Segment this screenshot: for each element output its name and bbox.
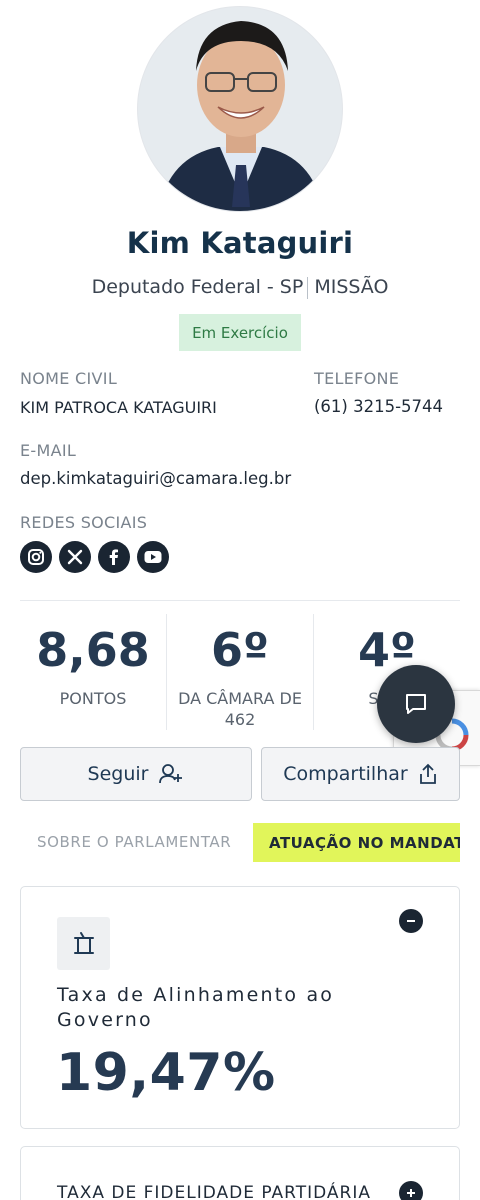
civil-name-label: NOME CIVIL: [20, 369, 118, 388]
stat-value: 4º: [358, 623, 416, 677]
follow-button[interactable]: Seguir: [20, 747, 252, 801]
share-icon: [419, 763, 436, 784]
profile-subtitle: Deputado Federal - SP MISSÃO: [0, 276, 480, 299]
email-label: E-MAIL: [20, 441, 77, 460]
section-divider: [20, 600, 460, 601]
facebook-icon[interactable]: [98, 541, 130, 573]
profile-party: MISSÃO: [314, 276, 389, 298]
tab-performance[interactable]: ATUAÇÃO NO MANDATO: [253, 823, 460, 862]
stat-label-line2: 462: [224, 709, 256, 729]
fidelity-card: TAXA DE FIDELIDADE PARTIDÁRIA: [20, 1146, 460, 1200]
stat-value: 8,68: [36, 623, 150, 677]
subtitle-divider: [307, 276, 309, 299]
profile-name: Kim Kataguiri: [126, 226, 354, 260]
instagram-icon[interactable]: [20, 541, 52, 573]
alignment-card: Taxa de Alinhamento ao Governo 19,47%: [20, 886, 460, 1129]
stat-value: 6º: [211, 623, 269, 677]
phone-label: TELEFONE: [314, 369, 400, 388]
follow-button-label: Seguir: [87, 763, 149, 785]
profile-photo: [138, 7, 342, 211]
stat-label: DA CÂMARA DE 462: [167, 689, 313, 731]
share-button-label: Compartilhar: [283, 763, 408, 785]
stat-chamber-rank: 6º DA CÂMARA DE 462: [167, 614, 313, 730]
phone-value[interactable]: (61) 3215-5744: [314, 397, 443, 416]
tab-about[interactable]: SOBRE O PARLAMENTAR: [37, 833, 231, 851]
x-icon[interactable]: [59, 541, 91, 573]
stat-points: 8,68 PONTOS: [20, 614, 166, 730]
government-building-icon: [57, 917, 110, 970]
share-button[interactable]: Compartilhar: [261, 747, 460, 801]
email-value[interactable]: dep.kimkataguiri@camara.leg.br: [20, 469, 291, 488]
fidelity-card-title: TAXA DE FIDELIDADE PARTIDÁRIA: [57, 1183, 372, 1200]
social-label: REDES SOCIAIS: [20, 513, 148, 532]
collapse-icon[interactable]: [399, 909, 423, 933]
alignment-card-value: 19,47%: [56, 1043, 276, 1103]
avatar: [137, 6, 343, 212]
stat-label-line1: DA CÂMARA DE: [178, 689, 302, 708]
chat-icon: [406, 694, 426, 714]
stat-label: PONTOS: [59, 689, 127, 708]
youtube-icon[interactable]: [137, 541, 169, 573]
expand-icon[interactable]: [399, 1181, 423, 1200]
social-links: [20, 541, 169, 573]
chat-button[interactable]: [377, 665, 455, 743]
civil-name-value: KIM PATROCA KATAGUIRI: [20, 398, 217, 417]
profile-role: Deputado Federal - SP: [91, 276, 304, 298]
status-badge: Em Exercício: [179, 314, 301, 351]
add-user-icon: [159, 764, 183, 784]
alignment-card-title: Taxa de Alinhamento ao Governo: [57, 984, 335, 1031]
